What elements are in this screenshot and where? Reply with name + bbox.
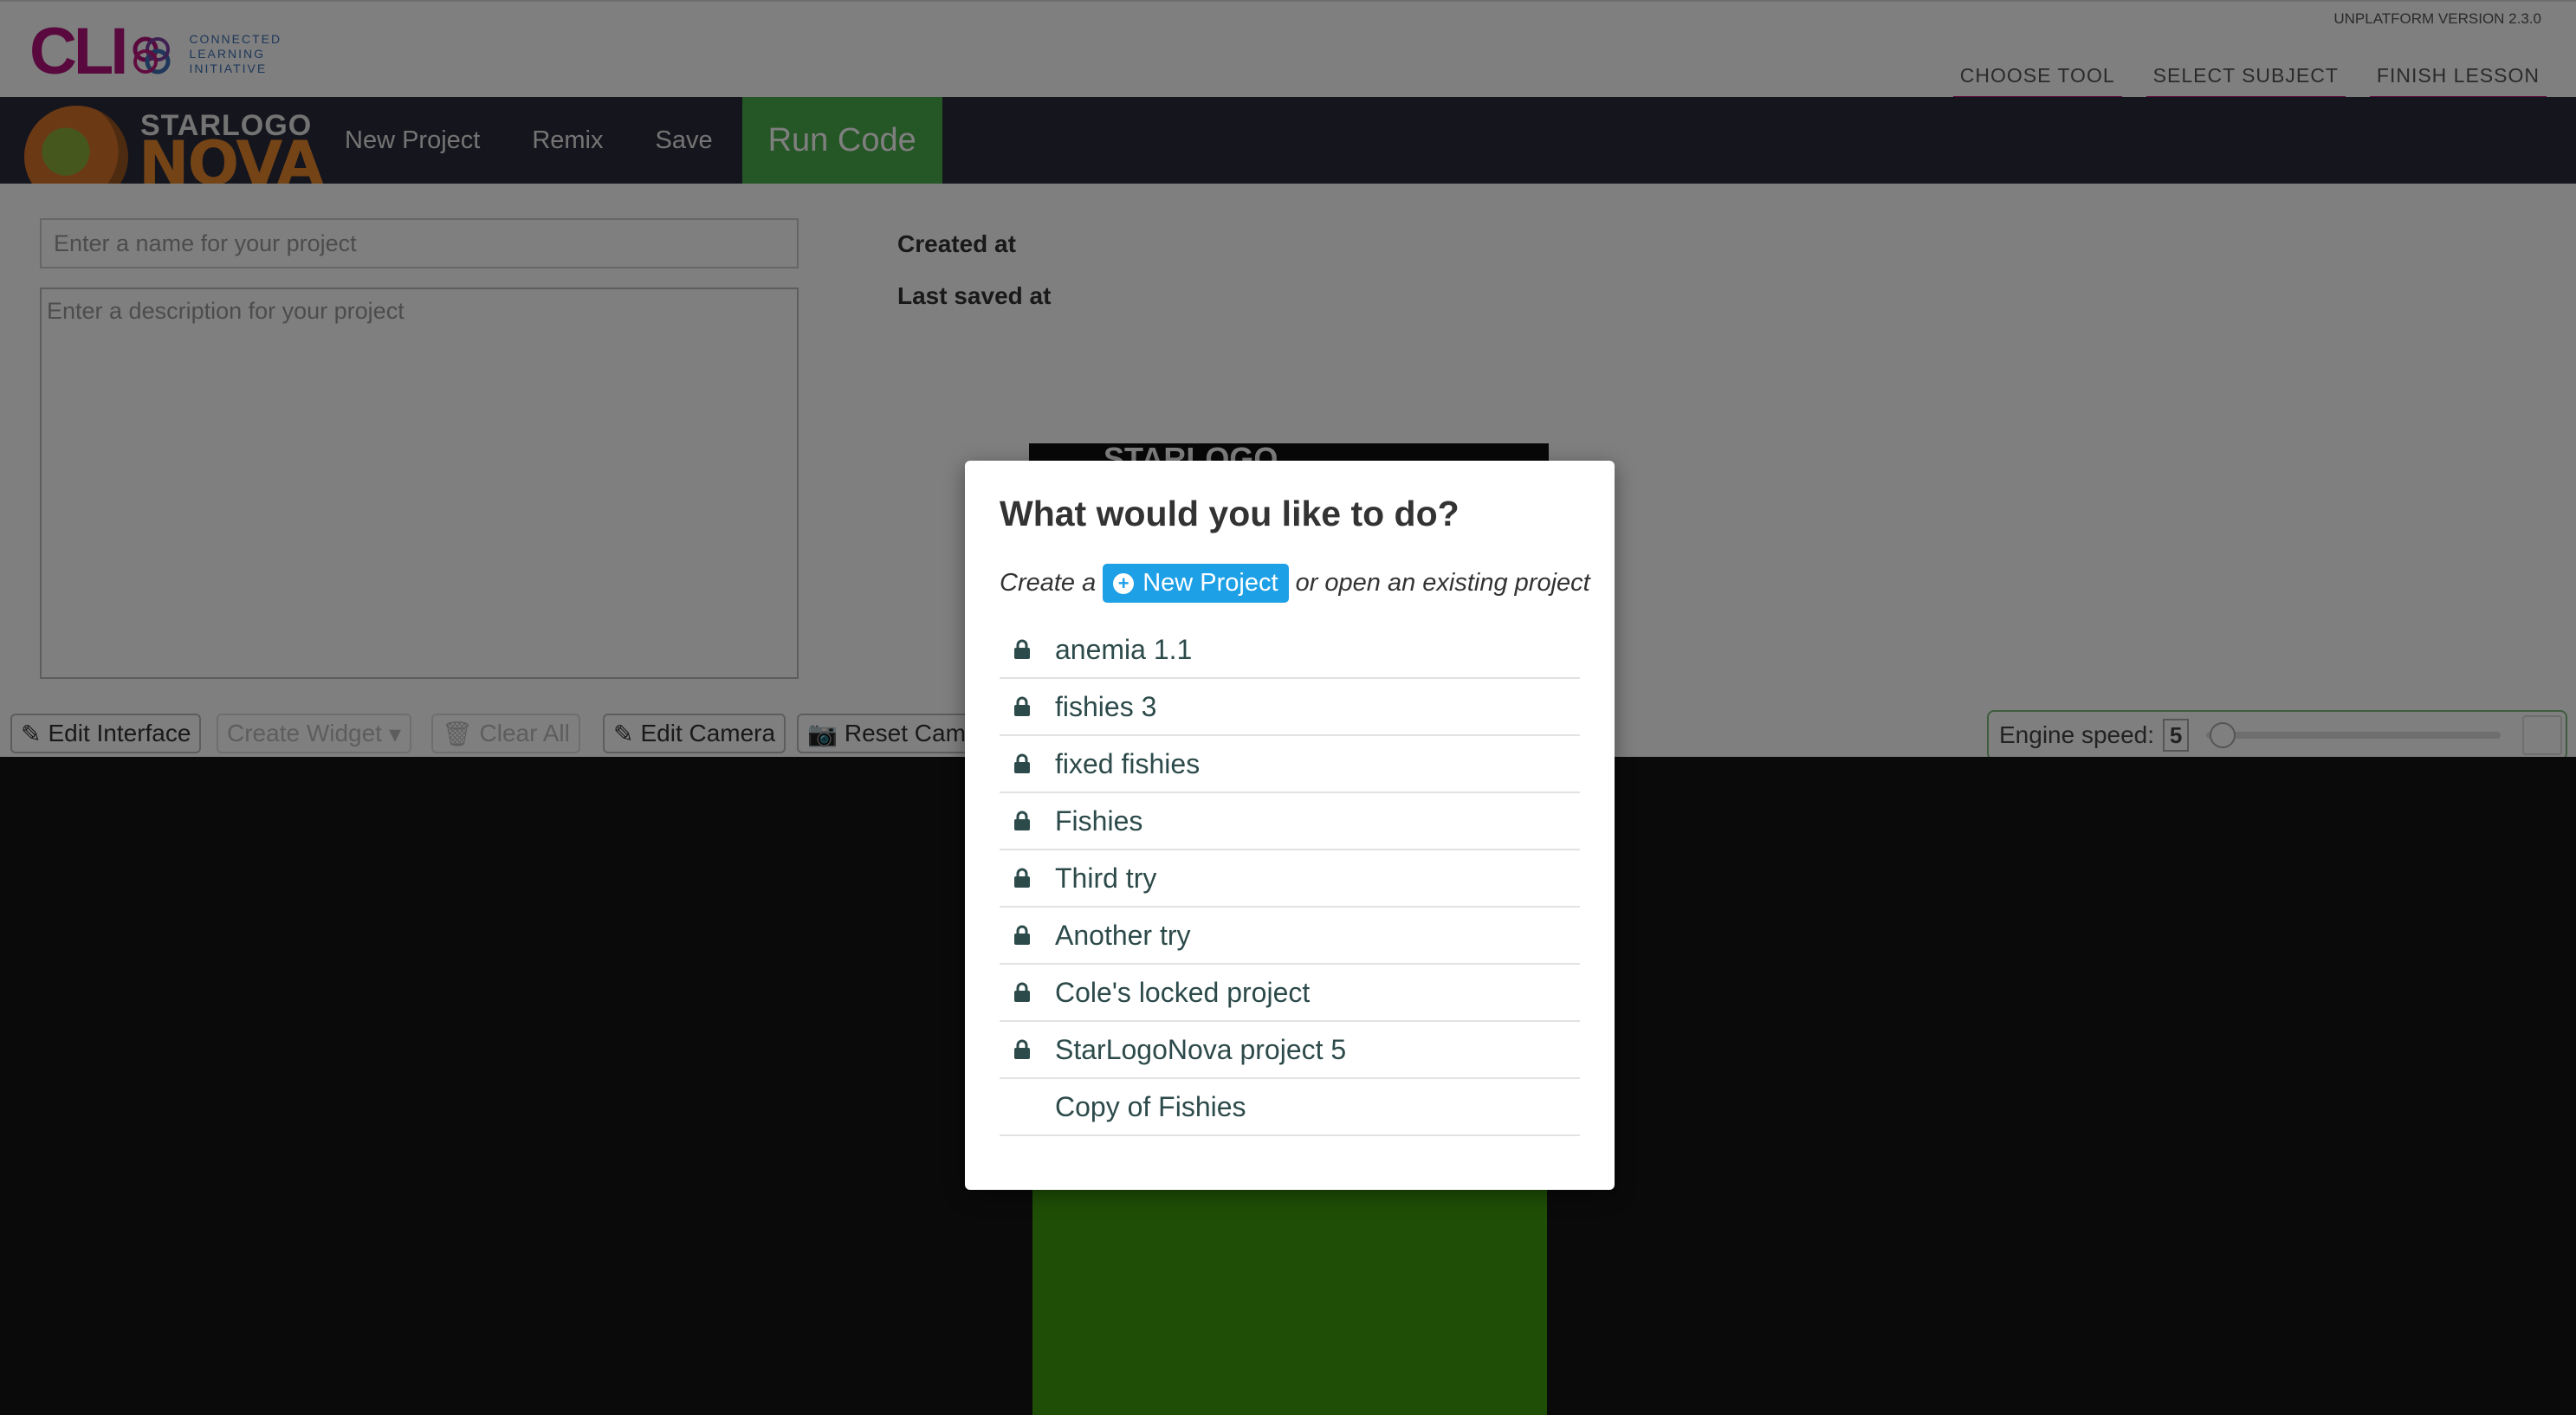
project-list-item[interactable]: Cole's locked project — [1000, 965, 1580, 1022]
lock-icon — [1000, 639, 1055, 660]
project-name: fishies 3 — [1055, 690, 1157, 722]
project-list-item[interactable]: fishies 3 — [1000, 679, 1580, 736]
project-name: Copy of Fishies — [1055, 1090, 1246, 1122]
project-list-item[interactable]: anemia 1.1 — [1000, 622, 1580, 679]
project-list: anemia 1.1 fishies 3 fixed fishies Fishies T… — [1000, 622, 1580, 1136]
intro-after-text: or open an existing project — [1295, 569, 1590, 597]
new-project-label: New Project — [1142, 569, 1278, 597]
project-list-item[interactable]: Fishies — [1000, 793, 1580, 850]
project-name: fixed fishies — [1055, 747, 1201, 779]
lock-icon — [1000, 925, 1055, 946]
plus-circle-icon: + — [1113, 572, 1135, 594]
lock-icon — [1000, 811, 1055, 831]
lock-icon — [1000, 982, 1055, 1003]
modal-title: What would you like to do? — [1000, 494, 1460, 533]
lock-icon — [1000, 753, 1055, 774]
lock-icon — [1000, 1039, 1055, 1060]
new-project-button[interactable]: + New Project — [1103, 564, 1289, 603]
open-project-modal: What would you like to do? Create a + Ne… — [965, 461, 1615, 1190]
project-name: Fishies — [1055, 804, 1143, 837]
lock-icon — [1000, 868, 1055, 888]
project-list-item[interactable]: StarLogoNova project 5 — [1000, 1022, 1580, 1079]
intro-before-text: Create a — [1000, 569, 1097, 597]
project-list-item[interactable]: fixed fishies — [1000, 736, 1580, 793]
modal-intro: Create a + New Project or open an existi… — [1000, 564, 1590, 603]
project-name: Third try — [1055, 862, 1157, 894]
project-list-item[interactable]: Another try — [1000, 908, 1580, 965]
project-name: Cole's locked project — [1055, 976, 1311, 1008]
project-name: Another try — [1055, 919, 1191, 951]
project-list-item[interactable]: Third try — [1000, 850, 1580, 908]
lock-icon — [1000, 696, 1055, 717]
project-name: StarLogoNova project 5 — [1055, 1033, 1347, 1065]
project-list-item[interactable]: Copy of Fishies — [1000, 1079, 1580, 1136]
project-name: anemia 1.1 — [1055, 633, 1193, 665]
